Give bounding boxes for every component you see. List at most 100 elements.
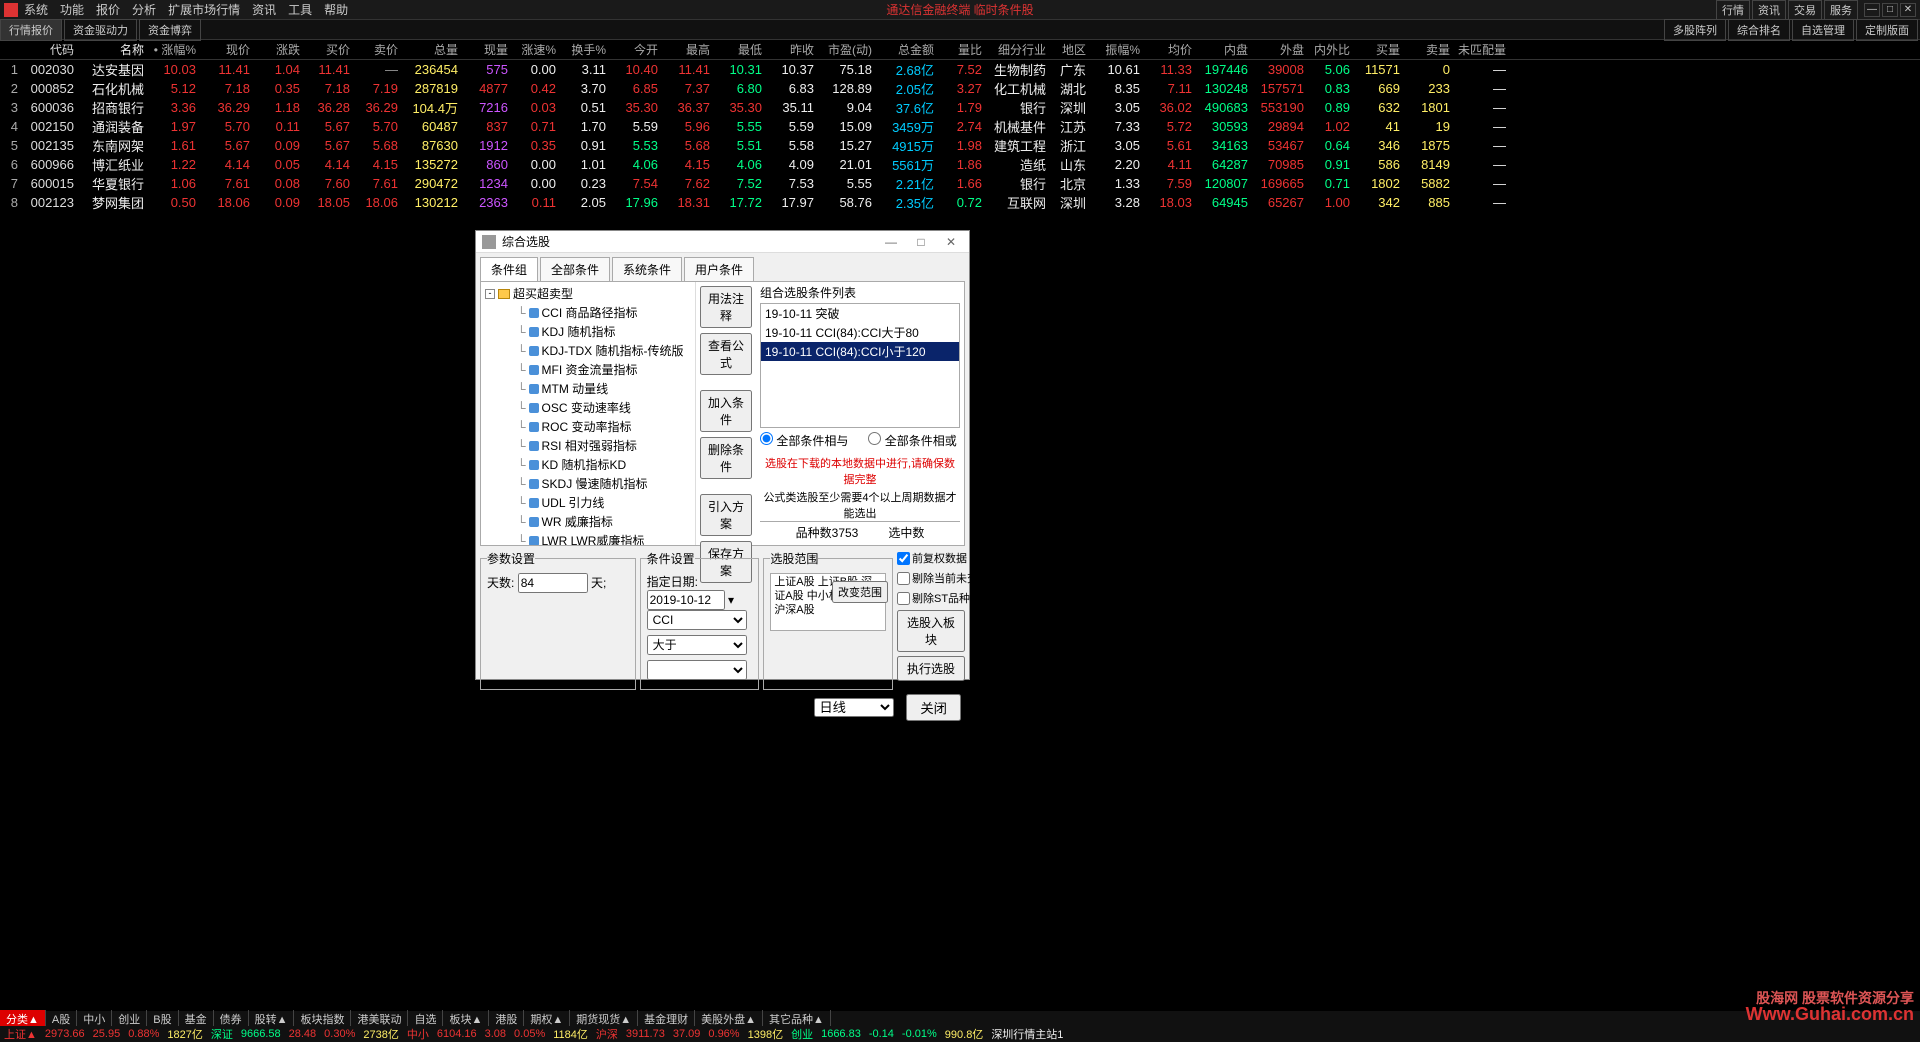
bot-tab[interactable]: 基金理财 [638,1010,695,1028]
table-row[interactable]: 4002150通润装备1.975.700.115.675.70604878370… [0,117,1920,136]
mid-btn-0[interactable]: 用法注释 [700,286,752,328]
bot-tab[interactable]: 港股 [489,1010,524,1028]
dtab-0[interactable]: 条件组 [480,257,538,281]
win-min-icon[interactable]: — [1864,3,1880,17]
bot-tab[interactable]: A股 [46,1010,77,1028]
mid-btn-1[interactable]: 查看公式 [700,333,752,375]
tree-item[interactable]: └WR 威廉指标 [483,512,693,531]
th-open[interactable]: 今开 [612,41,664,58]
th-low[interactable]: 最低 [716,41,768,58]
th-vol[interactable]: 总量 [404,41,464,58]
rsub-3[interactable]: 自选管理 [1792,19,1854,41]
indicator-tree[interactable]: -超买超卖型 └CCI 商品路径指标└KDJ 随机指标└KDJ-TDX 随机指标… [481,282,696,545]
table-row[interactable]: 1002030达安基因10.0311.411.0411.41—236454575… [0,60,1920,79]
tree-item[interactable]: └MTM 动量线 [483,379,693,398]
tree-item[interactable]: └MFI 资金流量指标 [483,360,693,379]
th-svol[interactable]: 卖量 [1406,41,1456,58]
tree-item[interactable]: └KDJ 随机指标 [483,322,693,341]
select-to-block-button[interactable]: 选股入板块 [897,610,965,652]
menu-help[interactable]: 帮助 [324,1,348,18]
th-prev[interactable]: 昨收 [768,41,820,58]
menu-system[interactable]: 系统 [24,1,48,18]
dialog-min-icon[interactable]: — [879,234,903,250]
rbtn-trade[interactable]: 交易 [1788,0,1822,20]
table-row[interactable]: 8002123梦网集团0.5018.060.0918.0518.06130212… [0,193,1920,212]
dtab-2[interactable]: 系统条件 [612,257,682,281]
dialog-max-icon[interactable]: □ [909,234,933,250]
rsub-1[interactable]: 多股阵列 [1664,19,1726,41]
radio-and[interactable]: 全部条件相与 [760,432,848,449]
menu-tools[interactable]: 工具 [288,1,312,18]
operator-select[interactable]: 大于 [647,635,747,655]
th-in[interactable]: 内盘 [1198,41,1254,58]
th-amp[interactable]: 振幅% [1092,41,1146,58]
tree-item[interactable]: └UDL 引力线 [483,493,693,512]
mid-btn-4[interactable]: 引入方案 [700,494,752,536]
th-pe[interactable]: 市盈(动) [820,41,878,58]
tree-item[interactable]: └LWR LWR威廉指标 [483,531,693,545]
th-bvol[interactable]: 买量 [1356,41,1406,58]
subtab-fund1[interactable]: 资金驱动力 [64,19,137,41]
th-code[interactable]: 代码 [24,41,80,58]
date-input[interactable] [647,590,725,610]
tree-item[interactable]: └SKDJ 慢速随机指标 [483,474,693,493]
rsub-4[interactable]: 定制版面 [1856,19,1918,41]
dtab-3[interactable]: 用户条件 [684,257,754,281]
bot-tab[interactable]: 其它品种▲ [763,1010,831,1028]
chk-exclude-st[interactable]: 剔除ST品种 [897,590,965,606]
table-row[interactable]: 7600015华夏银行1.067.610.087.607.61290472123… [0,174,1920,193]
th-cur[interactable]: 现量 [464,41,514,58]
condition-list[interactable]: 19-10-11 突破 19-10-11 CCI(84):CCI大于80 19-… [760,303,960,428]
dialog-close-icon[interactable]: ✕ [939,234,963,250]
menu-quote[interactable]: 报价 [96,1,120,18]
mid-btn-3[interactable]: 删除条件 [700,437,752,479]
tree-item[interactable]: └OSC 变动速率线 [483,398,693,417]
th-spd[interactable]: 涨速% [514,41,562,58]
th-ask[interactable]: 卖价 [356,41,404,58]
table-row[interactable]: 3600036招商银行3.3636.291.1836.2836.29104.4万… [0,98,1920,117]
table-row[interactable]: 6600966博汇纸业1.224.140.054.144.15135272860… [0,155,1920,174]
rbtn-quote[interactable]: 行情 [1716,0,1750,20]
tree-item[interactable]: └ROC 变动率指标 [483,417,693,436]
bot-tab[interactable]: 创业 [112,1010,147,1028]
rbtn-news[interactable]: 资讯 [1752,0,1786,20]
dtab-1[interactable]: 全部条件 [540,257,610,281]
bot-tab[interactable]: 美股外盘▲ [695,1010,763,1028]
bot-tab[interactable]: 港美联动 [351,1010,408,1028]
subtab-fund2[interactable]: 资金博弈 [139,19,201,41]
bot-tab[interactable]: 基金 [179,1010,214,1028]
th-turn[interactable]: 换手% [562,41,612,58]
bot-tab[interactable]: 期货现货▲ [570,1010,638,1028]
execute-select-button[interactable]: 执行选股 [897,656,965,681]
th-name[interactable]: 名称 [80,41,150,58]
tree-root[interactable]: -超买超卖型 [483,284,693,303]
th-reg[interactable]: 地区 [1052,41,1092,58]
change-scope-button[interactable]: 改变范围 [832,581,888,603]
tree-item[interactable]: └RSI 相对强弱指标 [483,436,693,455]
tree-item[interactable]: └KD 随机指标KD [483,455,693,474]
th-io[interactable]: 内外比 [1310,41,1356,58]
bot-tab[interactable]: 板块指数 [294,1010,351,1028]
th-price[interactable]: 现价 [202,41,256,58]
th-diff[interactable]: 涨跌 [256,41,306,58]
th-ind[interactable]: 细分行业 [988,41,1052,58]
menu-news[interactable]: 资讯 [252,1,276,18]
win-max-icon[interactable]: □ [1882,3,1898,17]
cond-item-selected[interactable]: 19-10-11 CCI(84):CCI小于120 [761,342,959,361]
bot-tab[interactable]: 股转▲ [249,1010,295,1028]
cond-item[interactable]: 19-10-11 CCI(84):CCI大于80 [761,323,959,342]
chk-exclude-notrade[interactable]: 剔除当前未交易的品种 [897,570,965,586]
th-high[interactable]: 最高 [664,41,716,58]
th-unm[interactable]: 未匹配量 [1456,41,1512,58]
bot-tab[interactable]: B股 [147,1010,178,1028]
win-close-icon[interactable]: ✕ [1900,3,1916,17]
bot-tab[interactable]: 期权▲ [524,1010,570,1028]
days-input[interactable] [518,573,588,593]
bot-tab[interactable]: 中小 [77,1010,112,1028]
tree-item[interactable]: └CCI 商品路径指标 [483,303,693,322]
th-vr[interactable]: 量比 [940,41,988,58]
tree-item[interactable]: └KDJ-TDX 随机指标-传统版 [483,341,693,360]
radio-or[interactable]: 全部条件相或 [868,432,956,449]
menu-extmkt[interactable]: 扩展市场行情 [168,1,240,18]
th-amt[interactable]: 总金额 [878,41,940,58]
